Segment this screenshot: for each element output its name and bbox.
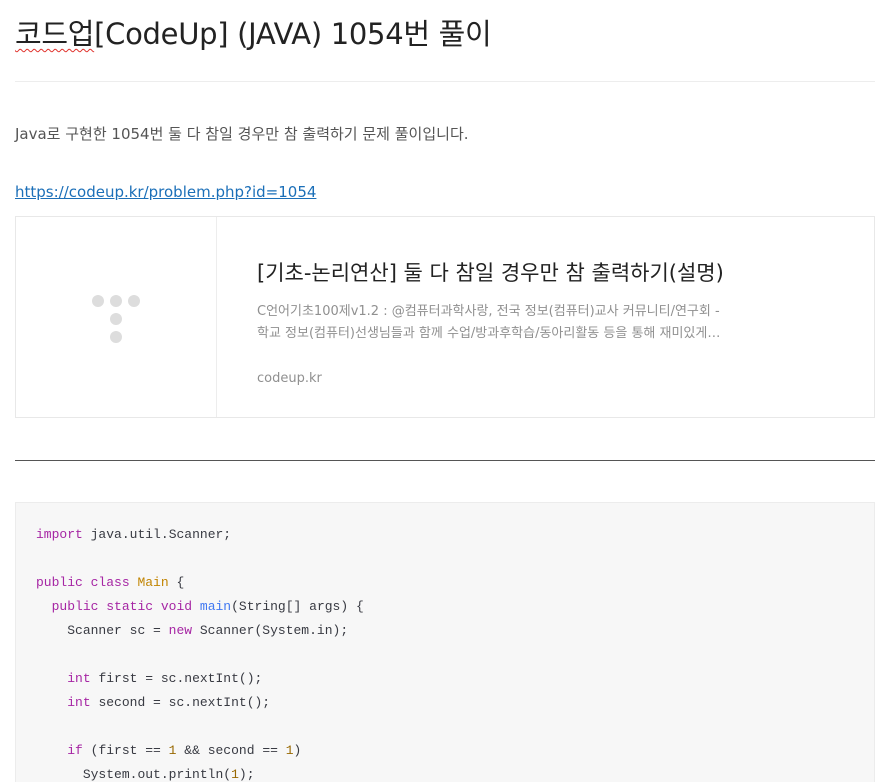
link-preview-card[interactable]: [기초-논리연산] 둘 다 참일 경우만 참 출력하기(설명) C언어기초100… (15, 216, 875, 418)
code-line: public static void main(String[] args) { (51, 599, 364, 614)
link-preview-description: C언어기초100제v1.2 : @컴퓨터과학사랑, 전국 정보(컴퓨터)교사 커… (257, 304, 720, 341)
link-preview-thumbnail (16, 217, 217, 417)
section-divider (15, 460, 875, 461)
code-line: import java.util.Scanner; (36, 527, 232, 542)
code-line: System.out.println(1); (82, 767, 255, 782)
link-preview-title[interactable]: [기초-논리연산] 둘 다 참일 경우만 참 출력하기(설명) (257, 257, 727, 289)
post-title: 코드업[CodeUp] (JAVA) 1054번 풀이 (15, 14, 492, 54)
code-content: import java.util.Scanner; ​ public class M… (36, 523, 364, 782)
code-line: int second = sc.nextInt(); (67, 695, 271, 710)
code-listing: import java.util.Scanner; ​ public class M… (36, 523, 364, 782)
code-line: ​ (36, 643, 364, 667)
code-block: import java.util.Scanner; ​ public class M… (15, 502, 875, 782)
problem-link[interactable]: https://codeup.kr/problem.php?id=1054 (15, 180, 316, 204)
code-line: int first = sc.nextInt(); (67, 671, 263, 686)
post-intro: Java로 구현한 1054번 둘 다 참일 경우만 참 출력하기 문제 풀이입… (15, 125, 469, 143)
post-title-prefix: 코드업 (15, 17, 95, 51)
code-line: ​ (36, 715, 364, 739)
placeholder-dots-icon (92, 295, 140, 343)
code-line: ​ (36, 547, 364, 571)
code-line: if (first == 1 && second == 1) (67, 743, 302, 758)
title-divider (15, 81, 875, 82)
code-line: public class Main { (36, 575, 185, 590)
post-title-rest: [CodeUp] (JAVA) 1054번 풀이 (94, 17, 492, 51)
code-line: Scanner sc = new Scanner(System.in); (67, 623, 349, 638)
link-preview-host: codeup.kr (257, 371, 322, 386)
